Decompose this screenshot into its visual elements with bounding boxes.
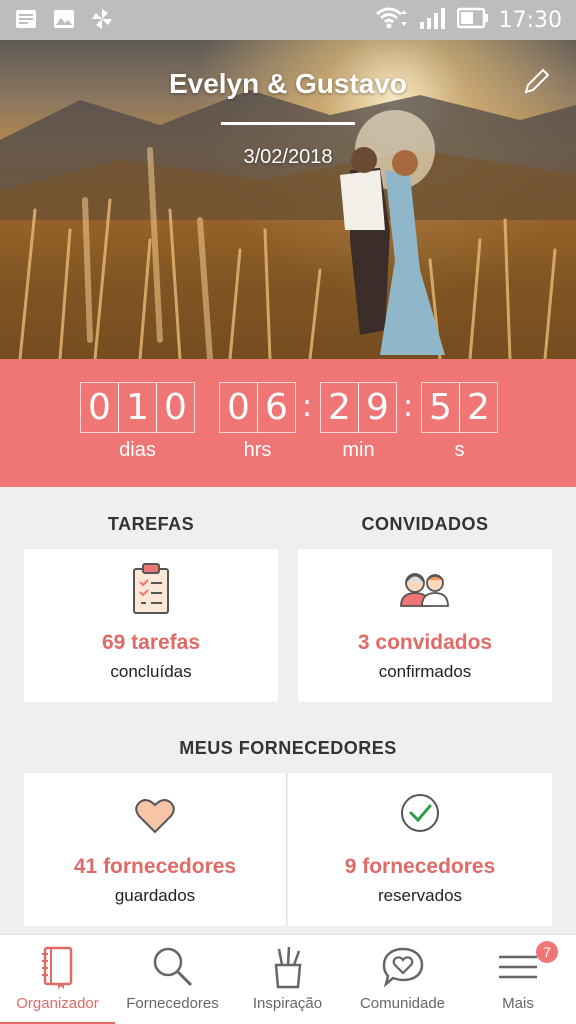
edit-icon[interactable] [518, 64, 554, 100]
guests-count: 3 convidados [357, 631, 493, 654]
nav-label: Comunidade [359, 995, 446, 1012]
booked-vendors-count: 9 fornecedores [344, 855, 496, 878]
nav-mais[interactable]: 7 Mais [460, 935, 576, 1024]
pinwheel-icon [90, 8, 114, 30]
guests-couple-icon [398, 571, 452, 612]
couple-names: Evelyn & Gustavo [168, 68, 408, 99]
saved-vendors-count: 41 fornecedores [73, 855, 237, 878]
nav-label: Mais [502, 995, 534, 1012]
nav-comunidade[interactable]: Comunidade [345, 935, 460, 1024]
nav-label: Organizador [16, 995, 99, 1012]
notification-badge: 7 [536, 941, 558, 963]
hours-label: hrs [243, 439, 272, 461]
booked-vendors-status: reservados [377, 886, 463, 905]
vendors-title: MEUS FORNECEDORES [179, 738, 397, 758]
countdown-digit: 0 [219, 382, 258, 433]
minutes-label: min [342, 439, 375, 461]
countdown-hours: 0 6 [219, 382, 296, 433]
battery-icon [456, 7, 489, 34]
saved-vendors-card[interactable]: 41 fornecedores guardados [24, 773, 287, 926]
clock: 17:30 [498, 8, 562, 33]
countdown-digit: 9 [358, 382, 397, 433]
seconds-label: s [454, 439, 465, 461]
wedding-date: 3/02/2018 [243, 146, 333, 168]
countdown-minutes: 2 9 [320, 382, 397, 433]
guests-title: CONVIDADOS [361, 514, 489, 534]
bottom-navigation: Organizador Fornecedores Inspiração Comu… [0, 934, 576, 1024]
countdown-separator: : [403, 389, 414, 424]
check-circle-icon [400, 793, 440, 838]
countdown-digit: 2 [320, 382, 359, 433]
booked-vendors-card[interactable]: 9 fornecedores reservados [288, 773, 552, 926]
countdown-days: 0 1 0 [80, 382, 195, 433]
days-label: dias [119, 439, 156, 461]
notification-icon [14, 8, 38, 30]
search-icon [151, 945, 195, 994]
heart-chat-icon [381, 945, 425, 994]
guests-card[interactable]: 3 convidados confirmados [298, 549, 552, 702]
countdown-digit: 2 [459, 382, 498, 433]
notebook-icon [40, 945, 76, 994]
nav-label: Inspiração [252, 995, 323, 1012]
countdown-digit: 0 [80, 382, 119, 433]
cover-photo[interactable]: Evelyn & Gustavo 3/02/2018 [0, 40, 576, 359]
tasks-status: concluídas [110, 662, 192, 681]
nav-label: Fornecedores [126, 995, 219, 1012]
image-icon [52, 8, 76, 30]
wifi-icon [375, 6, 409, 35]
cup-pencils-icon [270, 945, 306, 994]
countdown-digit: 1 [118, 382, 157, 433]
nav-fornecedores[interactable]: Fornecedores [115, 935, 230, 1024]
countdown-digit: 5 [421, 382, 460, 433]
countdown-seconds: 5 2 [421, 382, 498, 433]
wedding-countdown: 0 1 0 0 6 : 2 9 : 5 2 dias hrs min s [0, 359, 576, 487]
menu-icon [497, 945, 539, 994]
countdown-separator: : [302, 389, 313, 424]
countdown-digit: 0 [156, 382, 195, 433]
guests-status: confirmados [378, 662, 472, 681]
nav-organizador[interactable]: Organizador [0, 935, 115, 1024]
nav-inspiracao[interactable]: Inspiração [230, 935, 345, 1024]
tasks-title: TAREFAS [107, 514, 195, 534]
status-bar: 17:30 [0, 0, 576, 40]
heart-icon [134, 797, 176, 840]
tasks-count: 69 tarefas [101, 631, 201, 654]
tasks-card[interactable]: 69 tarefas concluídas [24, 549, 278, 702]
title-divider [221, 122, 355, 125]
countdown-digit: 6 [257, 382, 296, 433]
saved-vendors-status: guardados [114, 886, 196, 905]
signal-icon [419, 6, 447, 35]
clipboard-checklist-icon [131, 563, 171, 620]
